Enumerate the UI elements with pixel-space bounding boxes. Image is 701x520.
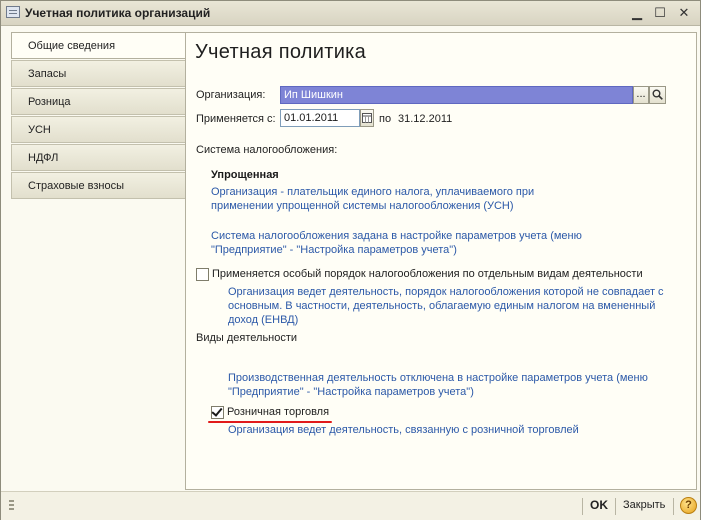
organization-open-button[interactable]: [649, 86, 666, 104]
maximize-button[interactable]: ☐: [651, 4, 669, 21]
applies-from-date-field[interactable]: 01.01.2011: [280, 109, 360, 127]
organization-field[interactable]: Ип Шишкин: [280, 86, 633, 104]
dialog-window: Учетная политика организаций ▁ ☐ ✕ Общие…: [0, 0, 701, 520]
tab-retail[interactable]: Розница: [11, 88, 185, 115]
tab-general[interactable]: Общие сведения: [11, 32, 185, 59]
special-order-label[interactable]: Применяется особый порядок налогообложен…: [212, 268, 643, 280]
grip-handle: [9, 500, 14, 512]
close-button[interactable]: Закрыть: [623, 499, 665, 511]
calendar-button[interactable]: [360, 109, 374, 127]
retail-label[interactable]: Розничная торговля: [227, 406, 329, 418]
divider: [673, 498, 674, 515]
tax-system-label: Система налогообложения:: [196, 144, 338, 156]
general-info-panel: Учетная политика Организация: Ип Шишкин …: [185, 32, 697, 490]
section-tabs: Общие сведения Запасы Розница УСН НДФЛ С…: [11, 32, 185, 200]
retail-checkbox[interactable]: [211, 405, 224, 419]
special-order-checkbox[interactable]: [196, 268, 209, 281]
window-menu-icon[interactable]: [6, 6, 20, 18]
window-title: Учетная политика организаций: [25, 6, 211, 20]
calendar-icon: [362, 113, 372, 123]
activities-label: Виды деятельности: [196, 332, 298, 344]
special-order-description: Организация ведет деятельность, порядок …: [228, 286, 664, 326]
page-title: Учетная политика: [195, 41, 367, 63]
organization-label: Организация:: [196, 89, 266, 101]
applies-from-label: Применяется с:: [196, 113, 276, 125]
retail-description: Организация ведет деятельность, связанну…: [228, 424, 579, 436]
help-icon[interactable]: ?: [680, 497, 697, 514]
tab-usn[interactable]: УСН: [11, 116, 185, 143]
ok-button[interactable]: OK: [590, 498, 608, 512]
bottom-bar: OK Закрыть ?: [1, 491, 700, 520]
title-bar[interactable]: Учетная политика организаций ▁ ☐ ✕: [1, 1, 700, 26]
minimize-button[interactable]: ▁: [628, 4, 646, 21]
applies-to-label: по: [379, 113, 392, 125]
applies-to-date: 31.12.2011: [398, 113, 453, 125]
divider: [582, 498, 583, 515]
tax-system-description: Организация - плательщик единого налога,…: [211, 186, 535, 212]
divider: [615, 498, 616, 515]
tax-system-name: Упрощенная: [211, 169, 279, 181]
search-icon: [652, 89, 663, 100]
tab-ndfl[interactable]: НДФЛ: [11, 144, 185, 171]
organization-select-button[interactable]: ...: [633, 86, 649, 104]
tab-insurance[interactable]: Страховые взносы: [11, 172, 185, 199]
checkmark-icon: [211, 405, 223, 417]
tax-system-settings-link[interactable]: Система налогообложения задана в настрой…: [211, 229, 596, 257]
tab-stocks[interactable]: Запасы: [11, 60, 185, 87]
production-settings-link[interactable]: Производственная деятельность отключена …: [228, 371, 668, 399]
close-window-button[interactable]: ✕: [675, 4, 693, 21]
